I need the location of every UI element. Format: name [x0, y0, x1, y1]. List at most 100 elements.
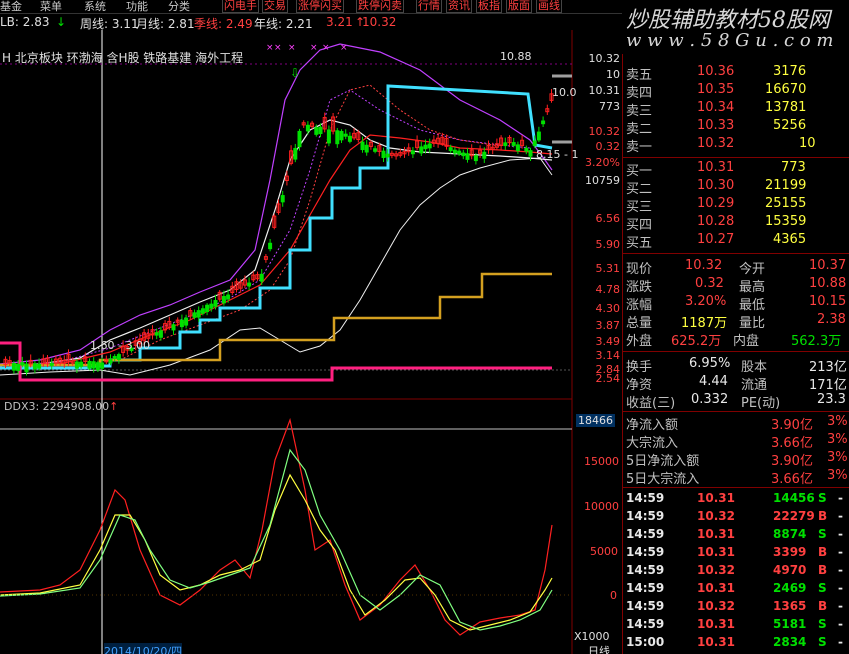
toolbar-index[interactable]: 板指 [476, 0, 502, 13]
quote-label: 量比 [739, 316, 766, 331]
candle [16, 363, 21, 371]
ma-extra2: 10.32 [362, 15, 397, 29]
bid-price: 10.30 [697, 178, 735, 193]
fund-row: 净资 4.44 流通 171亿 [623, 374, 849, 393]
tick-row: 14:59 10.32 22279 B - [623, 508, 849, 526]
period-label[interactable]: 日线 [588, 643, 610, 654]
tick-side: S [818, 617, 827, 631]
tick-side: S [818, 635, 827, 649]
bid-label: 买一 [626, 164, 653, 179]
quote-value: 625.2万 [671, 334, 722, 349]
candle [112, 355, 117, 359]
fund-label: 流通 [741, 378, 768, 393]
tick-time: 14:59 [626, 599, 665, 613]
tick-price: 10.31 [697, 635, 735, 649]
menu-item-fund[interactable]: 基金 [0, 0, 22, 14]
toolbar-limit-up-buy[interactable]: 涨停闪买 [296, 0, 344, 13]
toolbar-trade[interactable]: 交易 [262, 0, 288, 13]
candle [448, 147, 453, 152]
tick-time: 14:59 [626, 545, 665, 559]
tick-list[interactable]: 14:59 10.31 14456 S -14:59 10.32 22279 B -14:59 1… [623, 490, 849, 654]
tick-dash: - [838, 599, 843, 613]
brand-url: w w w . 5 8 G u . c o m [626, 30, 834, 51]
ask-price: 10.36 [697, 64, 735, 79]
quote-label: 现价 [626, 262, 653, 277]
tick-volume: 5181 [773, 617, 807, 631]
svg-text:×: × [266, 43, 274, 53]
bid-row: 买三 10.29 25155 [623, 196, 849, 215]
tick-price: 10.32 [697, 599, 735, 613]
toolbar-draw[interactable]: 画线 [536, 0, 562, 13]
quote-row: 涨幅 3.20% 最低 10.15 [623, 294, 849, 313]
candle [473, 155, 478, 162]
menu-item-category[interactable]: 分类 [168, 0, 190, 14]
toolbar-market[interactable]: 行情 [416, 0, 442, 13]
menu-item-menu[interactable]: 菜单 [40, 0, 62, 14]
ask-row: 卖五 10.36 3176 [623, 64, 849, 83]
candle [482, 151, 487, 159]
candle [213, 300, 218, 307]
ask-volume: 5256 [773, 118, 807, 133]
tick-dash: - [838, 635, 843, 649]
quote-label: 最高 [739, 280, 766, 295]
toolbar-limit-down-sell[interactable]: 跌停闪卖 [356, 0, 404, 13]
bid-volume: 773 [781, 160, 806, 175]
candle [305, 124, 310, 132]
menu-item-function[interactable]: 功能 [126, 0, 148, 14]
high-label: 10.88 [500, 50, 532, 63]
tick-row: 14:59 10.31 14456 S - [623, 490, 849, 508]
candle [91, 361, 96, 369]
fund-value: 171亿 [809, 378, 847, 393]
flow-value: 3.90亿 [771, 454, 813, 469]
price-tick: 0.32 [595, 140, 621, 153]
candle [452, 149, 457, 154]
tick-dash: - [838, 617, 843, 631]
toolbar-news[interactable]: 资讯 [446, 0, 472, 13]
bid-row: 买五 10.27 4365 [623, 232, 849, 251]
tick-row: 14:59 10.31 5181 S - [623, 616, 849, 634]
ma-prefix: LB: 2.83 [0, 15, 50, 29]
tick-price: 10.31 [697, 581, 735, 595]
candle [11, 362, 16, 371]
bid-label: 买二 [626, 182, 653, 197]
cursor-date-label: 2014/10/20/四 [104, 643, 183, 654]
quote-row: 总量 1187万 量比 2.38 [623, 312, 849, 331]
ddx-tick: 10000 [584, 500, 619, 513]
toolbar-flash[interactable]: 闪电手 [222, 0, 259, 13]
ask-volume: 3176 [773, 64, 807, 79]
flow-percent: 3% [827, 432, 848, 447]
candle [347, 135, 352, 142]
price-tick: 5.31 [595, 262, 621, 275]
quote-row: 外盘 625.2万 内盘 562.3万 [623, 330, 849, 349]
menu-item-system[interactable]: 系统 [84, 0, 106, 14]
tick-price: 10.31 [697, 617, 735, 631]
candle [32, 363, 37, 370]
candle [158, 330, 163, 338]
tick-side: B [818, 599, 828, 613]
tick-time: 14:59 [626, 509, 665, 523]
quote-value: 10.15 [809, 294, 847, 309]
ask-price: 10.32 [697, 136, 735, 151]
candle [87, 360, 92, 369]
fund-value: 6.95% [689, 356, 731, 371]
quote-label: 最低 [739, 298, 766, 313]
candle [457, 150, 462, 155]
ddx-label: DDX3: 2294908.00↑ [4, 400, 118, 413]
candle [95, 362, 100, 371]
bid-volume: 21199 [765, 178, 807, 193]
flow-row: 大宗流入 3.66亿 3% [623, 432, 849, 451]
price-tick: 10.32 [588, 125, 621, 138]
svg-text:×: × [274, 43, 282, 53]
candle [184, 317, 189, 326]
tick-volume: 2834 [773, 635, 807, 649]
ask-label: 卖二 [626, 122, 653, 137]
ask-label: 卖三 [626, 104, 653, 119]
candle [419, 146, 424, 154]
ask-volume: 13781 [765, 100, 807, 115]
quote-value: 0.32 [695, 276, 724, 291]
quote-value: 10.32 [685, 258, 723, 273]
toolbar-layout[interactable]: 版面 [506, 0, 532, 13]
ask-row: 卖三 10.34 13781 [623, 100, 849, 119]
ask-volume: 10 [799, 136, 816, 151]
bid-row: 买四 10.28 15359 [623, 214, 849, 233]
